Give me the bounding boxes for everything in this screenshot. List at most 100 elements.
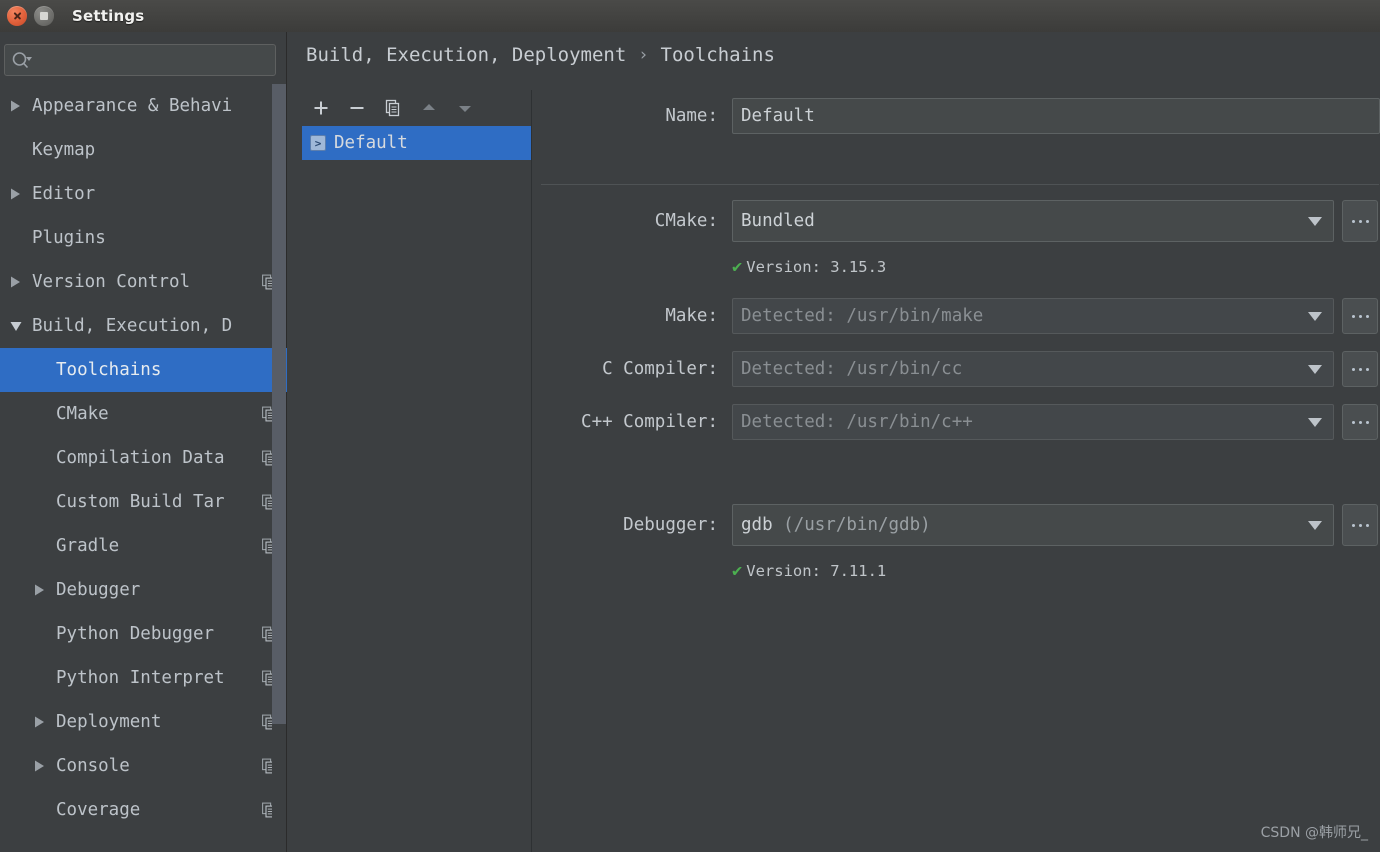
make-browse-button[interactable] [1342,298,1378,334]
sidebar-item-label: Compilation Data [56,448,225,468]
chevron-down-icon[interactable] [1297,405,1333,439]
sidebar-item-plugins[interactable]: Plugins [0,216,287,260]
toolchain-name: Default [334,133,408,153]
arrow-up-icon[interactable] [418,97,440,119]
sidebar-item-toolchains[interactable]: Toolchains [0,348,287,392]
chevron-down-icon[interactable] [1297,201,1333,241]
chevron-right-icon[interactable] [32,583,47,598]
field-row-debugger: Debugger: gdb (/usr/bin/gdb) [533,504,1378,546]
chevron-right-icon[interactable] [8,187,23,202]
dot-icon [1358,420,1362,424]
check-icon: ✔ [732,560,743,581]
sidebar-item-console[interactable]: Console [0,744,287,788]
dot-icon [1365,367,1369,371]
sidebar-item-keymap[interactable]: Keymap [0,128,287,172]
sidebar-item-custom-build-tar[interactable]: Custom Build Tar [0,480,287,524]
sidebar-item-coverage[interactable]: Coverage [0,788,287,832]
arrow-down-icon[interactable] [454,97,476,119]
sidebar-item-debugger[interactable]: Debugger [0,568,287,612]
cmake-version-status: ✔ Version: 3.15.3 [732,258,886,276]
c-compiler-browse-button[interactable] [1342,351,1378,387]
sidebar-item-label: Custom Build Tar [56,492,225,512]
sidebar-item-label: Console [56,756,130,776]
chevron-down-icon[interactable] [8,319,23,334]
dot-icon [1365,523,1369,527]
make-combo[interactable]: Detected: /usr/bin/make [732,298,1334,334]
cmake-value: Bundled [741,211,815,231]
sidebar-item-label: Python Interpret [56,668,225,688]
c-compiler-combo[interactable]: Detected: /usr/bin/cc [732,351,1334,387]
sidebar-item-deployment[interactable]: Deployment [0,700,287,744]
chevron-down-icon[interactable] [1297,352,1333,386]
sidebar-item-version-control[interactable]: Version Control [0,260,287,304]
sidebar-item-cmake[interactable]: CMake [0,392,287,436]
maximize-icon[interactable] [34,6,54,26]
settings-sidebar: Appearance & Behavi Keymap Editor Plugins Ve… [0,32,287,852]
dot-icon [1351,523,1355,527]
cpp-compiler-value: Detected: /usr/bin/c++ [741,412,973,432]
search-input[interactable] [37,45,273,75]
chevron-right-icon: › [638,45,649,65]
dot-icon [1351,420,1355,424]
sidebar-item-label: Deployment [56,712,162,732]
name-label: Name: [665,106,718,126]
make-value: Detected: /usr/bin/make [741,306,984,326]
c-compiler-label: C Compiler: [602,359,718,379]
debugger-label: Debugger: [623,515,718,535]
sidebar-item-python-interpret[interactable]: Python Interpret [0,656,287,700]
sidebar-scrollbar-thumb[interactable] [272,84,286,724]
search-box[interactable] [4,44,276,76]
make-label: Make: [665,306,718,326]
sidebar-item-label: Toolchains [56,360,162,380]
settings-dialog: Appearance & Behavi Keymap Editor Plugins Ve… [0,32,1380,852]
dot-icon [1365,420,1369,424]
remove-toolchain-button[interactable] [346,97,368,119]
chevron-down-icon[interactable] [1297,505,1333,545]
chevron-right-icon[interactable] [32,715,47,730]
debugger-combo[interactable]: gdb (/usr/bin/gdb) [732,504,1334,546]
toolchain-icon: > [310,135,326,151]
sidebar-item-label: Debugger [56,580,141,600]
sidebar-item-gradle[interactable]: Gradle [0,524,287,568]
form-divider [541,184,1379,185]
chevron-down-icon[interactable] [1297,299,1333,333]
sidebar-item-python-debugger[interactable]: Python Debugger [0,612,287,656]
chevron-right-icon[interactable] [8,275,23,290]
cmake-combo[interactable]: Bundled [732,200,1334,242]
toolchain-list: > Default [302,126,531,852]
chevron-right-icon[interactable] [8,99,23,114]
field-row-make: Make: Detected: /usr/bin/make [533,298,1378,334]
sidebar-item-label: Appearance & Behavi [32,96,233,116]
settings-tree: Appearance & Behavi Keymap Editor Plugins Ve… [0,84,287,852]
sidebar-item-appearance-behavi[interactable]: Appearance & Behavi [0,84,287,128]
add-toolchain-button[interactable] [310,97,332,119]
dot-icon [1351,219,1355,223]
dot-icon [1365,314,1369,318]
name-input[interactable]: Default [732,98,1380,134]
sidebar-item-editor[interactable]: Editor [0,172,287,216]
toolchain-list-item[interactable]: > Default [302,126,531,160]
breadcrumb: Build, Execution, Deployment › Toolchain… [306,44,775,66]
dot-icon [1358,219,1362,223]
debugger-version-text: Version: 7.11.1 [746,562,887,580]
watermark: CSDN @韩师兄_ [1260,825,1368,841]
chevron-right-icon[interactable] [32,759,47,774]
cpp-compiler-combo[interactable]: Detected: /usr/bin/c++ [732,404,1334,440]
sidebar-item-build-execution-d[interactable]: Build, Execution, D [0,304,287,348]
sidebar-item-label: Keymap [32,140,96,160]
field-row-name: Name: Default [533,98,1380,134]
cpp-compiler-browse-button[interactable] [1342,404,1378,440]
close-icon[interactable] [7,6,27,26]
copy-toolchain-icon[interactable] [382,97,404,119]
field-row-cmake: CMake: Bundled [533,200,1378,242]
toolchain-form: Name: Default CMake: Bundled ✔ Version: … [533,90,1380,852]
sidebar-item-compilation-data[interactable]: Compilation Data [0,436,287,480]
breadcrumb-parent[interactable]: Build, Execution, Deployment [306,44,626,66]
debugger-browse-button[interactable] [1342,504,1378,546]
cpp-compiler-label: C++ Compiler: [581,412,718,432]
window-titlebar: Settings [0,0,1380,32]
cmake-browse-button[interactable] [1342,200,1378,242]
breadcrumb-current: Toolchains [660,44,775,66]
field-row-cpp-compiler: C++ Compiler: Detected: /usr/bin/c++ [533,404,1378,440]
search-icon [11,51,33,71]
